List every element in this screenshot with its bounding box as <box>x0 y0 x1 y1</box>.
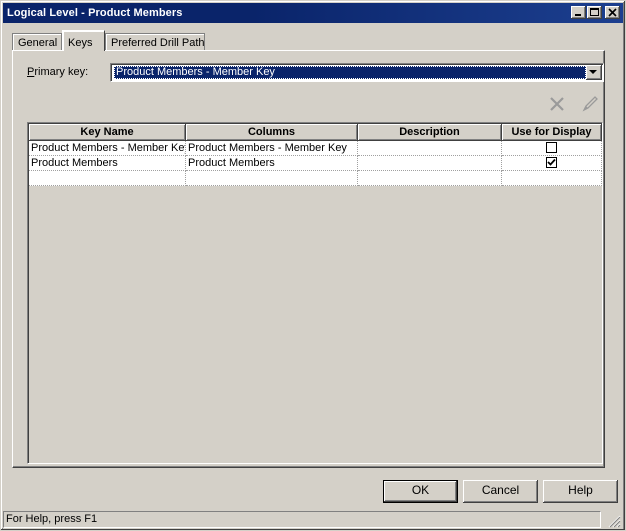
cell-columns[interactable]: Product Members <box>186 156 358 171</box>
tab-general-label: General <box>18 37 58 49</box>
minimize-icon <box>575 14 581 16</box>
edit-key-button[interactable] <box>579 95 601 113</box>
cell-description[interactable] <box>358 171 502 186</box>
tab-drill-label: Preferred Drill Path <box>111 37 205 49</box>
keys-tab-panel: Primary key: Product Members - Member Ke… <box>12 50 605 468</box>
cell-description[interactable] <box>358 156 502 171</box>
keys-grid-body: Key Name Columns Description Use for Dis… <box>28 123 602 463</box>
column-header-columns[interactable]: Columns <box>186 124 358 141</box>
checkmark-icon <box>547 158 556 166</box>
table-row[interactable]: Product Members - Member Key Product Mem… <box>29 141 602 156</box>
resize-grip-icon[interactable] <box>607 514 621 528</box>
cell-use-for-display[interactable] <box>502 171 602 186</box>
cell-columns[interactable] <box>186 171 358 186</box>
primary-key-label: Primary key: <box>27 66 88 78</box>
table-row[interactable] <box>29 171 602 186</box>
tab-keys-label: Keys <box>68 37 93 49</box>
tab-keys[interactable]: Keys <box>62 30 105 51</box>
delete-x-icon <box>550 97 564 111</box>
primary-key-label-text: rimary key: <box>34 66 89 78</box>
column-header-key-name[interactable]: Key Name <box>29 124 186 141</box>
primary-key-dropdown-button[interactable] <box>586 65 602 80</box>
tab-general[interactable]: General <box>12 33 62 51</box>
dialog-window: Logical Level - Product Members General … <box>0 0 626 531</box>
tab-preferred-drill-path[interactable]: Preferred Drill Path <box>105 33 205 51</box>
maximize-icon <box>590 8 599 16</box>
cell-use-for-display[interactable] <box>502 141 602 156</box>
keys-grid[interactable]: Key Name Columns Description Use for Dis… <box>27 122 603 464</box>
column-header-description[interactable]: Description <box>358 124 502 141</box>
use-for-display-checkbox[interactable] <box>546 157 557 168</box>
cell-columns[interactable]: Product Members - Member Key <box>186 141 358 156</box>
column-header-use-for-display[interactable]: Use for Display <box>502 124 602 141</box>
primary-key-select[interactable]: Product Members - Member Key <box>110 63 604 82</box>
delete-key-button[interactable] <box>546 95 568 113</box>
cell-key-name[interactable]: Product Members <box>29 156 186 171</box>
help-button[interactable]: Help <box>543 480 618 503</box>
chevron-down-icon <box>589 70 597 74</box>
cell-description[interactable] <box>358 141 502 156</box>
use-for-display-checkbox[interactable] <box>546 142 557 153</box>
window-title: Logical Level - Product Members <box>7 7 183 19</box>
title-bar[interactable]: Logical Level - Product Members <box>3 3 623 23</box>
cancel-button[interactable]: Cancel <box>463 480 538 503</box>
pencil-edit-icon <box>582 96 598 112</box>
cell-key-name[interactable]: Product Members - Member Key <box>29 141 186 156</box>
maximize-button[interactable] <box>587 6 602 19</box>
close-icon <box>608 8 617 17</box>
status-text: For Help, press F1 <box>3 511 601 528</box>
status-bar: For Help, press F1 <box>3 509 623 529</box>
cell-key-name[interactable] <box>29 171 186 186</box>
primary-key-value: Product Members - Member Key <box>114 66 586 79</box>
cell-use-for-display[interactable] <box>502 156 602 171</box>
table-row[interactable]: Product Members Product Members <box>29 156 602 171</box>
ok-button[interactable]: OK <box>383 480 458 503</box>
minimize-button[interactable] <box>571 6 586 19</box>
close-button[interactable] <box>605 6 620 19</box>
